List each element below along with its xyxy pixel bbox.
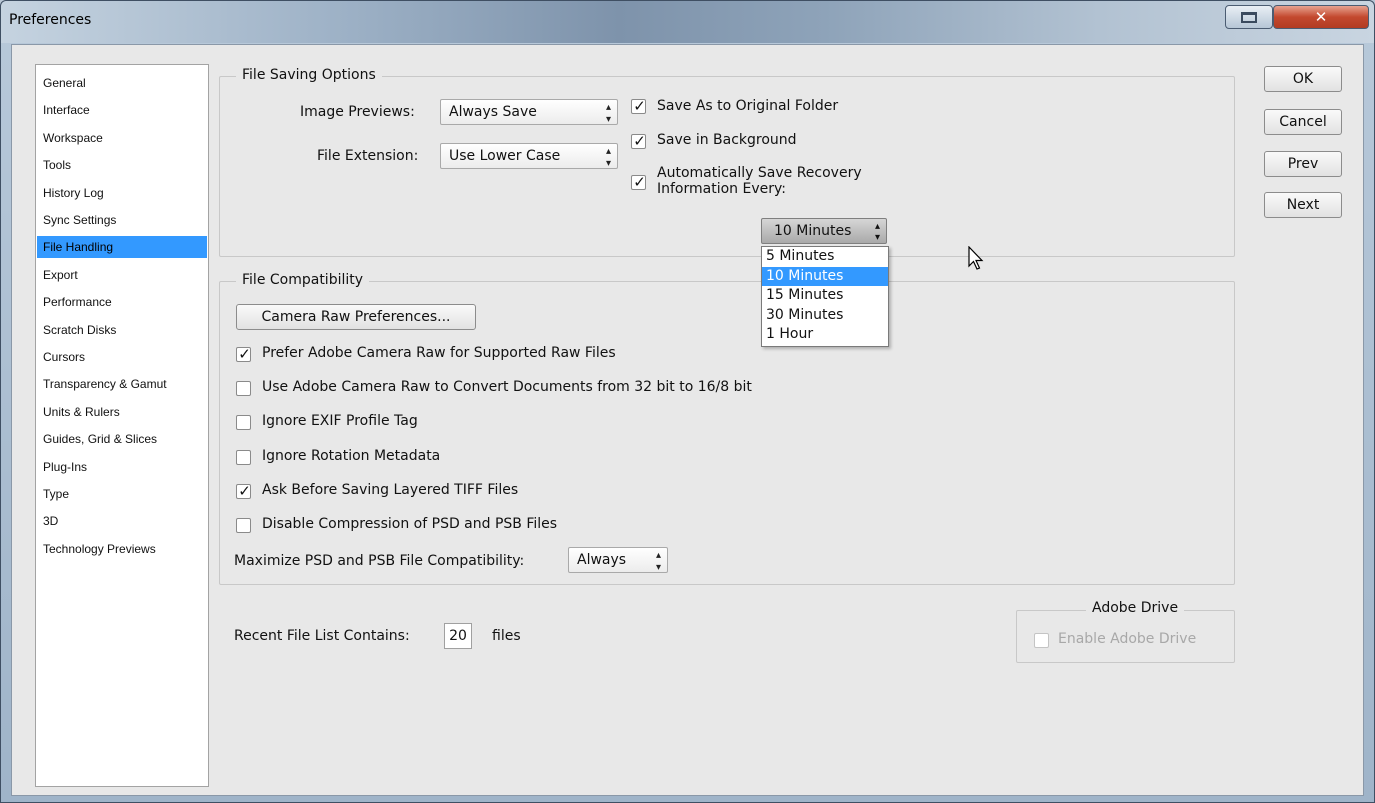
compat-option-checkbox[interactable] [236,449,251,465]
sidebar-item-guides-grid-slices[interactable]: Guides, Grid & Slices [37,428,207,450]
preferences-window: Preferences ✕ General Interface Workspace T… [0,0,1375,803]
interval-option[interactable]: 10 Minutes [762,266,888,286]
restore-button[interactable] [1225,5,1273,29]
window-title: Preferences [9,12,92,28]
check-icon: ✓ [633,97,646,115]
sidebar-item-units-rulers[interactable]: Units & Rulers [37,401,207,423]
dialog-client-area: General Interface Workspace Tools History Lo… [11,44,1364,796]
recent-file-count-input[interactable]: 20 [444,623,472,649]
sidebar-item-plug-ins[interactable]: Plug-Ins [37,456,207,478]
auto-save-recovery-label-line1: Automatically Save Recovery [657,165,862,181]
compat-option-label: Use Adobe Camera Raw to Convert Document… [262,379,752,396]
file-extension-label: File Extension: [317,148,419,164]
cancel-button[interactable]: Cancel [1264,109,1342,135]
sidebar-item-type[interactable]: Type [37,483,207,505]
interval-option[interactable]: 5 Minutes [762,247,888,267]
interval-option[interactable]: 1 Hour [762,325,888,345]
updown-arrows-icon: ▴ ▾ [605,146,611,169]
recent-file-list-label: Recent File List Contains: [234,628,410,644]
file-compatibility-title: File Compatibility [236,272,370,288]
enable-adobe-drive-checkbox[interactable] [1034,633,1049,648]
sidebar-item-file-handling[interactable]: File Handling [37,236,207,259]
file-extension-select[interactable]: Use Lower Case ▴ ▾ [440,143,618,169]
image-previews-select[interactable]: Always Save ▴ ▾ [440,99,618,125]
compat-option-checkbox[interactable] [236,415,251,431]
file-saving-options-title: File Saving Options [236,67,382,83]
sidebar-item-scratch-disks[interactable]: Scratch Disks [37,319,207,341]
close-button[interactable]: ✕ [1273,5,1369,29]
sidebar-item-export[interactable]: Export [37,264,207,286]
sidebar-item-performance[interactable]: Performance [37,291,207,313]
sidebar-item-transparency-gamut[interactable]: Transparency & Gamut [37,373,207,395]
category-list[interactable]: General Interface Workspace Tools History Lo… [35,64,209,787]
file-extension-value: Use Lower Case [449,148,561,164]
check-icon: ✓ [238,481,251,500]
compat-option-label: Prefer Adobe Camera Raw for Supported Ra… [262,345,616,361]
image-previews-value: Always Save [449,104,537,120]
sidebar-item-3d[interactable]: 3D [37,510,207,532]
save-as-original-checkbox[interactable]: ✓ [631,97,646,115]
next-button[interactable]: Next [1264,192,1342,218]
save-as-original-label: Save As to Original Folder [657,98,839,114]
enable-adobe-drive-label: Enable Adobe Drive [1058,631,1197,647]
check-icon: ✓ [633,173,646,191]
compat-option-label: Disable Compression of PSD and PSB Files [262,516,558,532]
sidebar-item-workspace[interactable]: Workspace [37,127,207,149]
auto-save-interval-options[interactable]: 5 Minutes 10 Minutes 15 Minutes 30 Minutes 1… [761,246,889,347]
sidebar-item-interface[interactable]: Interface [37,99,207,121]
compat-option-label: Ignore Rotation Metadata [262,447,441,464]
compat-option-checkbox[interactable]: ✓ [236,345,251,363]
updown-arrows-icon: ▴ ▾ [605,102,611,125]
updown-arrows-icon: ▴ ▾ [655,550,661,573]
prev-button[interactable]: Prev [1264,151,1342,177]
sidebar-item-technology-previews[interactable]: Technology Previews [37,538,207,560]
save-in-background-label: Save in Background [657,132,797,148]
image-previews-label: Image Previews: [300,104,415,120]
maximize-compat-select[interactable]: Always ▴ ▾ [568,547,668,573]
auto-save-interval-select[interactable]: 10 Minutes ▴ ▾ [761,218,887,244]
interval-option[interactable]: 15 Minutes [762,286,888,306]
sidebar-item-sync-settings[interactable]: Sync Settings [37,209,207,231]
ok-button[interactable]: OK [1264,66,1342,92]
compat-option-label: Ask Before Saving Layered TIFF Files [262,481,519,498]
save-in-background-checkbox[interactable]: ✓ [631,132,646,150]
compat-option-label: Ignore EXIF Profile Tag [262,413,418,430]
sidebar-item-cursors[interactable]: Cursors [37,346,207,368]
sidebar-item-tools[interactable]: Tools [37,154,207,176]
sidebar-item-general[interactable]: General [37,72,207,94]
check-icon: ✓ [633,132,646,150]
compat-option-checkbox[interactable]: ✓ [236,481,251,500]
compat-option-checkbox[interactable] [236,518,251,533]
recent-file-suffix: files [492,628,521,644]
maximize-compat-value: Always [577,552,627,568]
sidebar-item-history-log[interactable]: History Log [37,182,207,204]
camera-raw-preferences-button[interactable]: Camera Raw Preferences... [236,304,476,330]
restore-icon [1241,12,1257,23]
interval-option[interactable]: 30 Minutes [762,306,888,326]
auto-save-recovery-checkbox[interactable]: ✓ [631,173,646,191]
compat-option-checkbox[interactable] [236,381,251,397]
auto-save-interval-value: 10 Minutes [774,223,852,239]
adobe-drive-title: Adobe Drive [1086,600,1185,616]
check-icon: ✓ [238,345,251,363]
updown-arrows-icon: ▴ ▾ [874,221,880,243]
mouse-pointer-icon [968,246,984,270]
title-bar[interactable]: Preferences ✕ [1,1,1374,43]
auto-save-recovery-label-line2: Information Every: [657,181,786,197]
close-icon: ✕ [1314,8,1328,26]
maximize-compat-label: Maximize PSD and PSB File Compatibility: [234,553,525,569]
